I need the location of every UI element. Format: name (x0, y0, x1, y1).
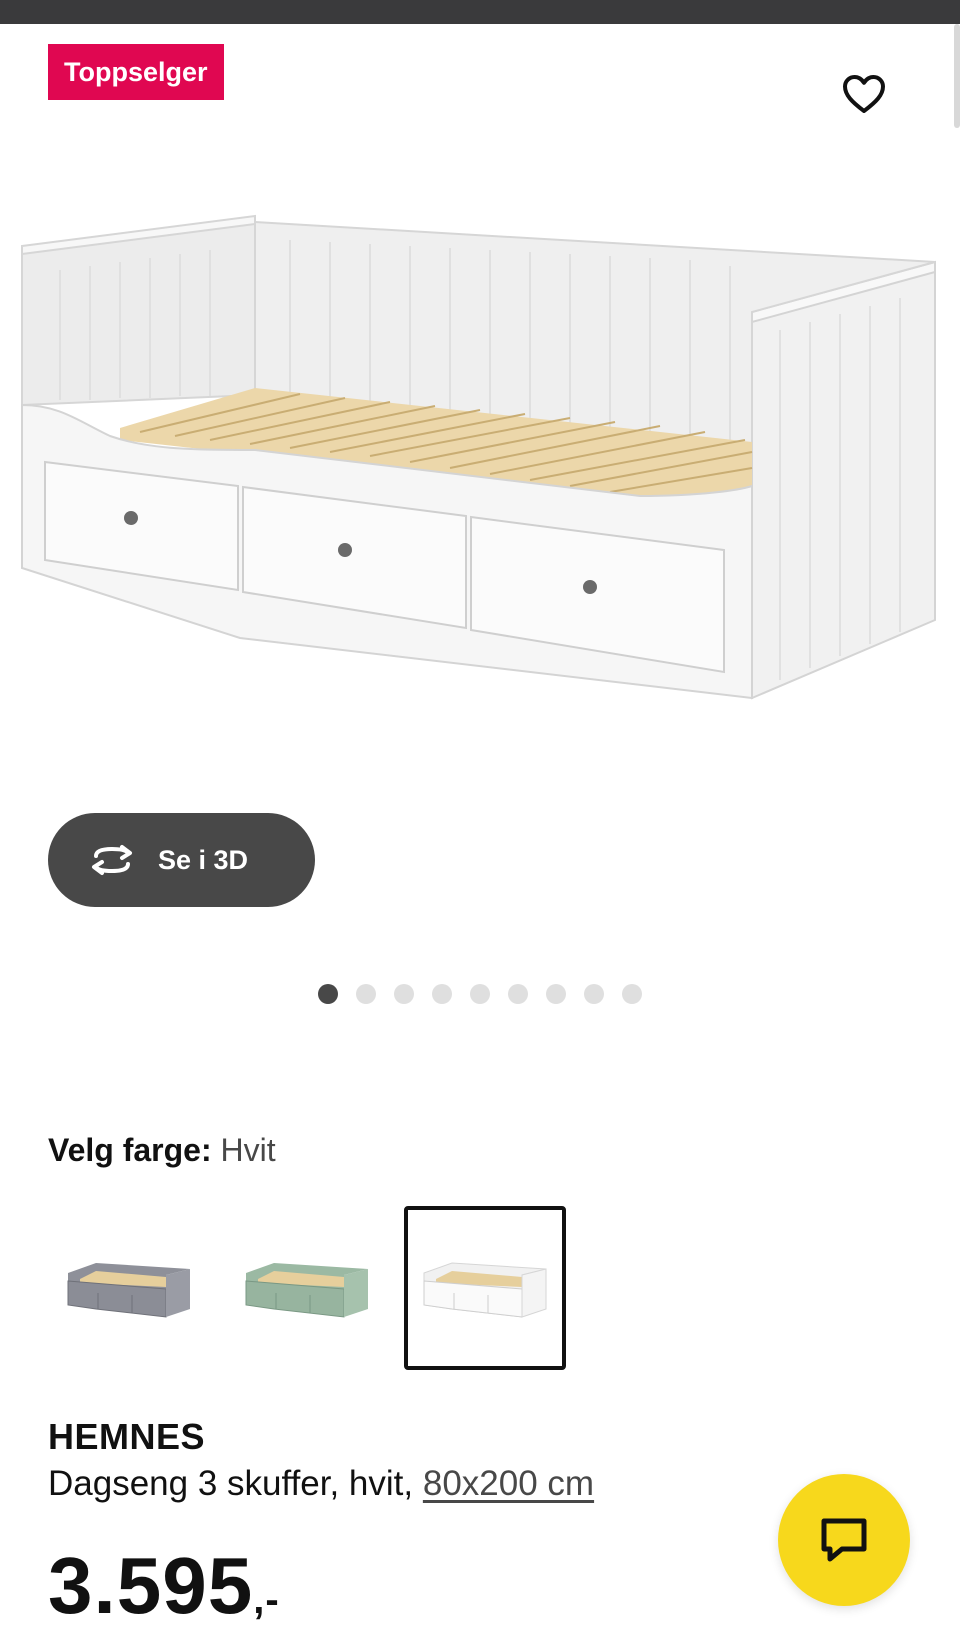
status-bar (0, 0, 960, 24)
carousel-dot[interactable] (584, 984, 604, 1004)
product-price: 3.595,- (48, 1540, 280, 1638)
carousel-dot[interactable] (470, 984, 490, 1004)
carousel-dot[interactable] (394, 984, 414, 1004)
product-description: Dagseng 3 skuffer, hvit, 80x200 cm (48, 1464, 594, 1504)
daybed-grey-thumbnail (67, 1263, 190, 1318)
selected-color-value: Hvit (220, 1132, 276, 1168)
heart-outline-icon (843, 75, 885, 113)
carousel-dot[interactable] (318, 984, 338, 1004)
product-name: HEMNES (48, 1416, 206, 1457)
price-suffix: ,- (253, 1578, 280, 1622)
color-selection-label: Velg farge: Hvit (48, 1132, 276, 1169)
rotate-3d-icon (92, 845, 132, 875)
chat-button[interactable] (778, 1474, 910, 1606)
carousel-dot[interactable] (356, 984, 376, 1004)
carousel-dot[interactable] (508, 984, 528, 1004)
drawer-knob (124, 511, 138, 525)
drawer-knob (338, 543, 352, 557)
carousel-dot[interactable] (432, 984, 452, 1004)
color-option-grey[interactable] (48, 1206, 210, 1370)
image-carousel-dots (0, 984, 960, 1004)
product-size-link[interactable]: 80x200 cm (423, 1464, 594, 1503)
color-option-white[interactable] (404, 1206, 566, 1370)
scrollbar[interactable] (954, 24, 960, 128)
top-seller-badge: Toppselger (48, 44, 224, 100)
favorite-button[interactable] (836, 66, 892, 122)
carousel-dot[interactable] (622, 984, 642, 1004)
carousel-dot[interactable] (546, 984, 566, 1004)
view-in-3d-button[interactable]: Se i 3D (48, 813, 315, 907)
drawer-knob (583, 580, 597, 594)
product-description-text: Dagseng 3 skuffer, hvit, (48, 1464, 414, 1503)
chat-bubble-icon (821, 1518, 867, 1562)
price-value: 3.595 (48, 1541, 254, 1630)
color-label: Velg farge: (48, 1132, 212, 1168)
color-swatches (48, 1206, 566, 1370)
view-in-3d-label: Se i 3D (158, 844, 249, 875)
product-image[interactable] (0, 200, 960, 760)
color-option-green[interactable] (226, 1206, 388, 1370)
daybed-white-thumbnail (423, 1262, 547, 1318)
daybed-green-thumbnail (245, 1263, 368, 1318)
